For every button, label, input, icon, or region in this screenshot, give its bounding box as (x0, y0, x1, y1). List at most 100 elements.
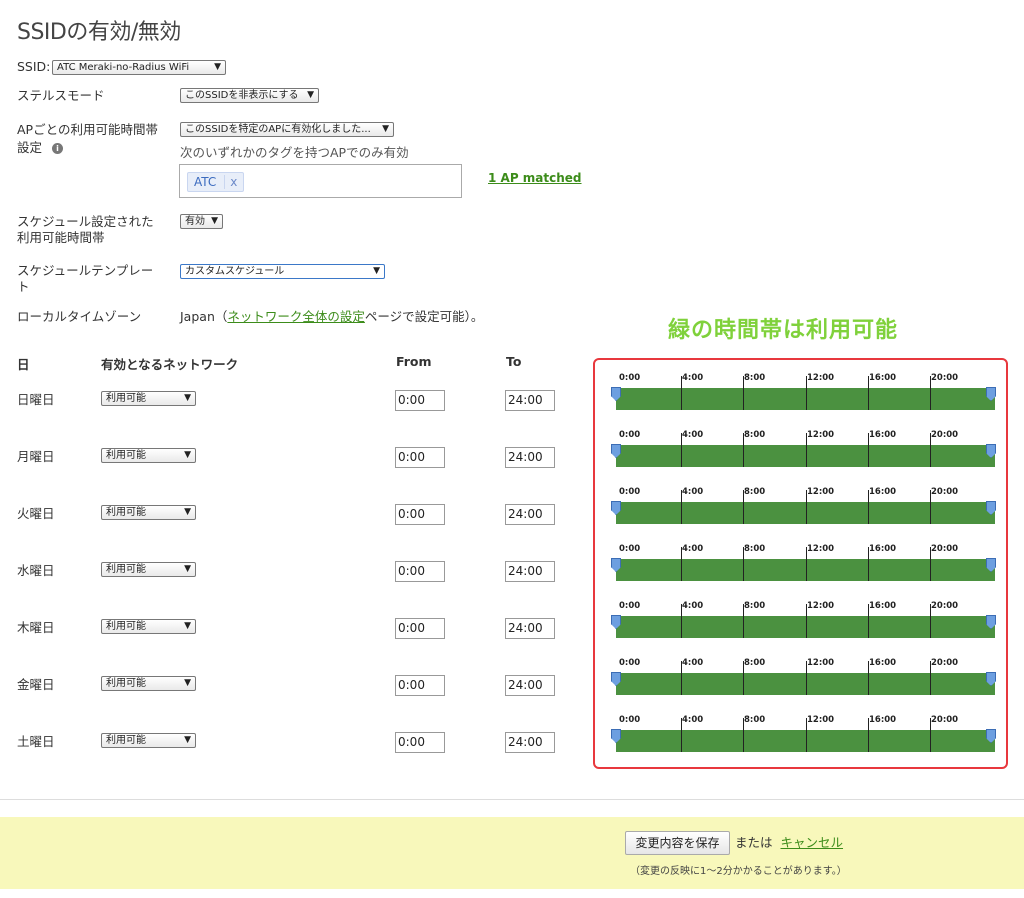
chevron-down-icon: ▼ (307, 90, 314, 100)
network-status-select[interactable]: 利用可能 ▼ (101, 733, 196, 748)
timeline-hour-label: 20:00 (931, 601, 959, 611)
template-label-line2: ト (17, 279, 30, 294)
col-header-to: To (506, 354, 522, 369)
timeline-hour-label: 0:00 (619, 373, 641, 383)
to-time-input[interactable]: 24:00 (505, 390, 555, 411)
template-label: スケジュールテンプレー ト (17, 263, 153, 295)
timeline-hour-label: 16:00 (869, 715, 897, 725)
stealth-label: ステルスモード (17, 88, 105, 103)
divider (0, 799, 1024, 800)
to-time-input[interactable]: 24:00 (505, 561, 555, 582)
ap-tag-chip-label: ATC (194, 175, 217, 189)
footer-note: （変更の反映に1～2分かかることがあります。） (630, 866, 847, 877)
timeline-hour-label: 8:00 (744, 430, 766, 440)
timeline-hour-label: 8:00 (744, 658, 766, 668)
timeline-hour-label: 0:00 (619, 715, 641, 725)
scheduled-label-line1: スケジュール設定された (17, 214, 154, 229)
timeline-hour-label: 12:00 (807, 373, 835, 383)
network-status-value: 利用可能 (106, 735, 146, 746)
to-time-input[interactable]: 24:00 (505, 675, 555, 696)
save-button[interactable]: 変更内容を保存 (625, 831, 730, 855)
tag-remove-icon[interactable]: x (224, 175, 238, 189)
day-label: 水曜日 (17, 563, 55, 578)
timezone-label: ローカルタイムゾーン (17, 309, 142, 324)
timeline-hour-label: 4:00 (682, 373, 704, 383)
day-label: 月曜日 (17, 449, 55, 464)
network-status-select[interactable]: 利用可能 ▼ (101, 562, 196, 577)
timeline-hour-label: 20:00 (931, 430, 959, 440)
timeline-hour-label: 12:00 (807, 487, 835, 497)
from-time-input[interactable]: 0:00 (395, 732, 445, 753)
timeline-hour-label: 0:00 (619, 601, 641, 611)
timeline-hour-label: 8:00 (744, 601, 766, 611)
ap-availability-label: APごとの利用可能時間帯 設定 i (17, 122, 158, 156)
page-title: SSIDの有効/無効 (17, 20, 181, 45)
from-time-input[interactable]: 0:00 (395, 675, 445, 696)
annotation-text: 緑の時間帯は利用可能 (668, 318, 899, 343)
network-status-select[interactable]: 利用可能 ▼ (101, 676, 196, 691)
to-time-input[interactable]: 24:00 (505, 447, 555, 468)
template-select-value: カスタムスケジュール (185, 266, 285, 277)
stealth-select[interactable]: このSSIDを非表示にする ▼ (180, 88, 319, 103)
timeline-hour-label: 0:00 (619, 430, 641, 440)
timeline-hour-label: 4:00 (682, 658, 704, 668)
to-time-input[interactable]: 24:00 (505, 618, 555, 639)
ap-tag-chip: ATC x (187, 172, 245, 192)
schedule-timeline: 0:00 4:00 8:00 12:00 16:00 20:00 (611, 371, 999, 413)
network-status-value: 利用可能 (106, 564, 146, 575)
timeline-hour-label: 8:00 (744, 715, 766, 725)
ap-matched-link[interactable]: 1 AP matched (488, 171, 582, 185)
network-status-select[interactable]: 利用可能 ▼ (101, 391, 196, 406)
from-time-input[interactable]: 0:00 (395, 618, 445, 639)
footer-bar (0, 817, 1024, 889)
network-settings-link[interactable]: ネットワーク全体の設定 (227, 309, 365, 324)
day-label: 土曜日 (17, 734, 55, 749)
chevron-down-icon: ▼ (214, 62, 221, 72)
ssid-label: SSID: (17, 59, 51, 74)
ssid-select[interactable]: ATC Meraki-no-Radius WiFi ▼ (52, 60, 226, 75)
chevron-down-icon: ▼ (184, 393, 191, 403)
timeline-hour-label: 16:00 (869, 658, 897, 668)
timeline-hour-label: 8:00 (744, 373, 766, 383)
timeline-hour-label: 0:00 (619, 658, 641, 668)
col-header-from: From (396, 354, 432, 369)
timeline-hour-label: 20:00 (931, 544, 959, 554)
chevron-down-icon: ▼ (184, 735, 191, 745)
col-header-network: 有効となるネットワーク (101, 357, 239, 372)
to-time-input[interactable]: 24:00 (505, 504, 555, 525)
ap-tag-input[interactable]: ATC x (179, 164, 462, 198)
network-status-select[interactable]: 利用可能 ▼ (101, 505, 196, 520)
footer-actions: または キャンセル (735, 835, 843, 851)
from-time-input[interactable]: 0:00 (395, 504, 445, 525)
to-time-input[interactable]: 24:00 (505, 732, 555, 753)
from-time-input[interactable]: 0:00 (395, 447, 445, 468)
network-status-value: 利用可能 (106, 678, 146, 689)
scheduled-select[interactable]: 有効 ▼ (180, 214, 223, 229)
network-status-select[interactable]: 利用可能 ▼ (101, 619, 196, 634)
timezone-suffix: ページで設定可能）。 (364, 309, 484, 324)
timezone-prefix: Japan（ (180, 309, 228, 324)
template-select[interactable]: カスタムスケジュール ▼ (180, 264, 385, 279)
ap-availability-select[interactable]: このSSIDを特定のAPに有効化しました... ▼ (180, 122, 394, 137)
timeline-hour-label: 12:00 (807, 658, 835, 668)
schedule-timeline: 0:00 4:00 8:00 12:00 16:00 20:00 (611, 428, 999, 470)
network-status-value: 利用可能 (106, 450, 146, 461)
from-time-input[interactable]: 0:00 (395, 561, 445, 582)
ssid-select-value: ATC Meraki-no-Radius WiFi (57, 62, 190, 73)
ap-availability-select-value: このSSIDを特定のAPに有効化しました... (185, 124, 371, 135)
info-icon[interactable]: i (52, 143, 63, 154)
schedule-timeline: 0:00 4:00 8:00 12:00 16:00 20:00 (611, 542, 999, 584)
timeline-hour-label: 12:00 (807, 430, 835, 440)
day-label: 火曜日 (17, 506, 55, 521)
from-time-input[interactable]: 0:00 (395, 390, 445, 411)
schedule-timeline: 0:00 4:00 8:00 12:00 16:00 20:00 (611, 656, 999, 698)
day-label: 金曜日 (17, 677, 55, 692)
timeline-hour-label: 8:00 (744, 487, 766, 497)
cancel-link[interactable]: キャンセル (781, 835, 844, 850)
chevron-down-icon: ▼ (184, 450, 191, 460)
network-status-select[interactable]: 利用可能 ▼ (101, 448, 196, 463)
chevron-down-icon: ▼ (211, 216, 218, 226)
chevron-down-icon: ▼ (184, 678, 191, 688)
timeline-hour-label: 16:00 (869, 373, 897, 383)
timeline-hour-label: 12:00 (807, 715, 835, 725)
